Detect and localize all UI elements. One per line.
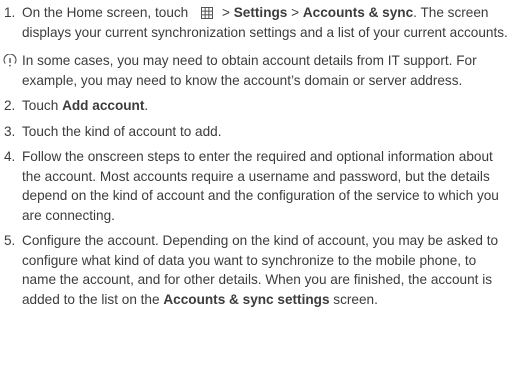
arrow: > [287, 5, 303, 20]
step-2: 2. Touch Add account. [4, 96, 513, 116]
step-4: 4. Follow the onscreen steps to enter th… [4, 147, 513, 225]
step-1-text-start: On the Home screen, touch [22, 5, 189, 20]
settings-label: Settings [233, 5, 288, 20]
step-number: 5. [4, 233, 16, 248]
all-apps-grid-icon [201, 7, 214, 19]
arrow: > [222, 5, 234, 20]
note-text: In some cases, you may need to obtain ac… [22, 53, 477, 88]
accounts-sync-label: Accounts & sync [302, 5, 414, 20]
step-5-text-end: screen. [329, 291, 378, 307]
step-3: 3. Touch the kind of account to add. [4, 122, 513, 142]
instructions-page: 1. On the Home screen, touch > Settings … [3, 3, 513, 309]
step-number: 1. [4, 5, 16, 20]
step-3-text: Touch the kind of account to add. [22, 123, 222, 139]
step-1: 1. On the Home screen, touch > Settings … [4, 3, 513, 42]
step-2-text-end: . [144, 98, 149, 113]
step-4-text: Follow the onscreen steps to enter the r… [22, 149, 499, 223]
info-note-icon [3, 54, 17, 67]
add-account-label: Add account [62, 98, 145, 113]
step-number: 3. [4, 123, 16, 139]
note: In some cases, you may need to obtain ac… [3, 51, 513, 90]
accounts-sync-settings-label: Accounts & sync settings [163, 291, 330, 307]
step-number: 4. [4, 149, 16, 164]
step-number: 2. [4, 98, 16, 113]
step-2-text-start: Touch [22, 98, 63, 113]
step-5: 5. Configure the account. Depending on t… [4, 231, 513, 309]
